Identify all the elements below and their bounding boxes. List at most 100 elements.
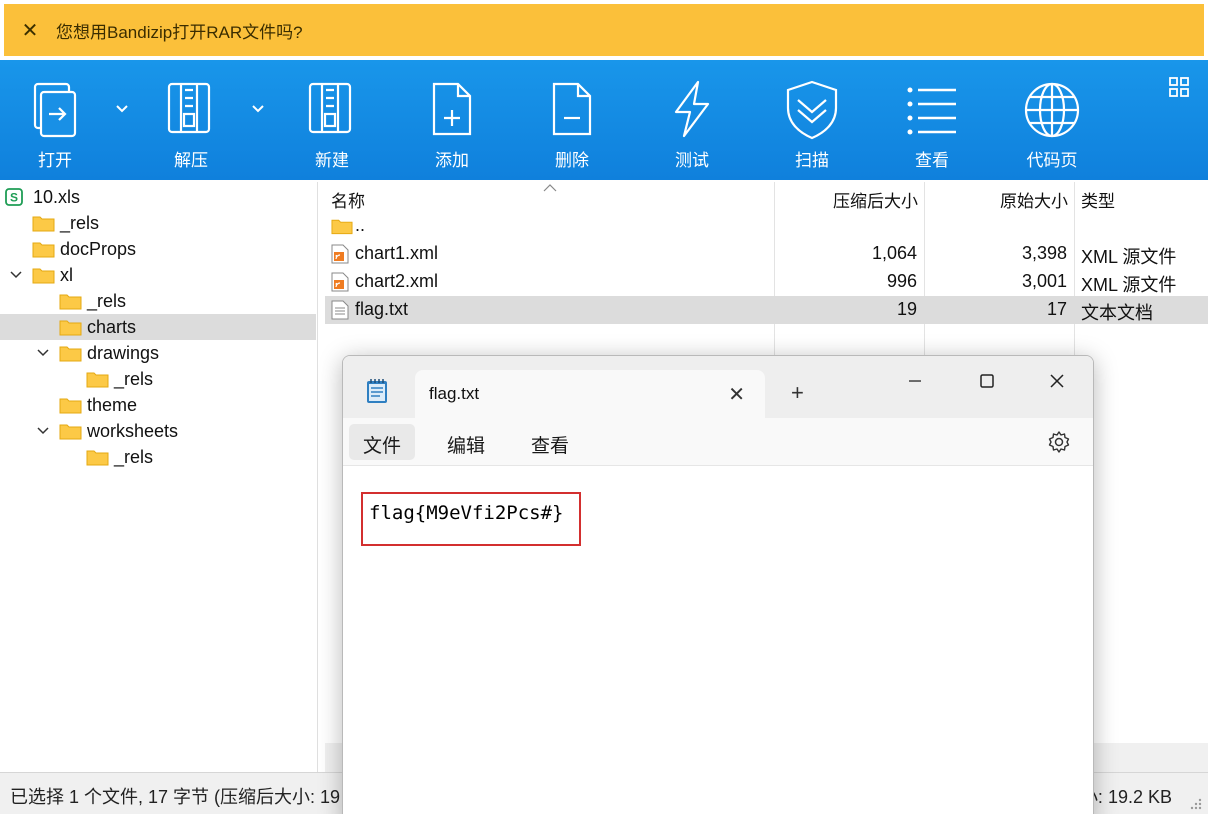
folder-icon — [86, 450, 109, 466]
notification-text: 您想用Bandizip打开RAR文件吗? — [56, 22, 303, 42]
list-row-flag[interactable]: flag.txt 19 17 文本文档 — [325, 296, 1208, 324]
tree-item-docprops[interactable]: docProps — [0, 236, 316, 262]
file-compressed-size: 19 — [896, 299, 917, 319]
tree-item-worksheets[interactable]: worksheets — [0, 418, 316, 444]
scan-icon — [786, 80, 838, 140]
tree-item-label: drawings — [87, 342, 160, 363]
new-archive-button[interactable]: 新建 — [277, 60, 387, 180]
chevron-down-icon[interactable] — [36, 424, 50, 438]
delete-button[interactable]: 删除 — [517, 60, 627, 180]
delete-file-icon — [552, 82, 592, 136]
tree-item-worksheets-rels[interactable]: _rels — [0, 444, 316, 470]
add-button[interactable]: 添加 — [397, 60, 507, 180]
open-dropdown-chevron-icon[interactable] — [110, 96, 134, 120]
flag-content-highlight[interactable]: flag{M9eVfi2Pcs#} — [361, 492, 581, 546]
view-label: 查看 — [915, 151, 949, 170]
chevron-down-icon[interactable] — [36, 346, 50, 360]
open-button[interactable]: 打开 — [0, 60, 110, 180]
tree-item-charts[interactable]: charts — [0, 314, 316, 340]
notepad-text-area[interactable]: flag{M9eVfi2Pcs#} — [343, 466, 1093, 814]
notepad-titlebar[interactable]: flag.txt ✕ + — [343, 356, 1093, 418]
file-name: chart2.xml — [355, 271, 439, 291]
new-tab-plus-icon[interactable]: + — [791, 380, 804, 406]
new-archive-icon — [308, 82, 352, 134]
close-window-button[interactable] — [1037, 366, 1077, 396]
scan-label: 扫描 — [795, 151, 829, 170]
delete-label: 删除 — [555, 151, 589, 170]
list-row-chart1[interactable]: chart1.xml 1,064 3,398 XML 源文件 — [325, 240, 1208, 268]
tree-item-label: 10.xls — [33, 186, 81, 207]
notepad-window: flag.txt ✕ + 文件 编辑 查看 flag{M9eVfi2Pcs#} — [342, 355, 1094, 814]
scan-button[interactable]: 扫描 — [757, 60, 867, 180]
test-icon — [674, 80, 710, 138]
codepage-button[interactable]: 代码页 — [997, 60, 1107, 180]
tree-item-archive-root[interactable]: S 10.xls — [0, 184, 316, 210]
folder-icon — [86, 372, 109, 388]
column-header-compressed[interactable]: 压缩后大小 — [833, 187, 918, 212]
tree-item-label: worksheets — [87, 420, 179, 441]
menu-file[interactable]: 文件 — [349, 424, 416, 460]
tree-item-rels[interactable]: _rels — [0, 210, 316, 236]
folder-icon — [59, 398, 82, 414]
file-compressed-size: 996 — [886, 271, 917, 291]
menu-edit[interactable]: 编辑 — [433, 424, 499, 460]
folder-tree: S 10.xls _rels docProps xl _rels charts — [0, 182, 318, 772]
tree-item-label: charts — [87, 316, 137, 337]
extract-icon — [167, 82, 211, 134]
notepad-tab[interactable]: flag.txt ✕ — [415, 370, 765, 418]
list-row-chart2[interactable]: chart2.xml 996 3,001 XML 源文件 — [325, 268, 1208, 296]
folder-icon — [32, 242, 55, 258]
tree-item-theme[interactable]: theme — [0, 392, 316, 418]
folder-icon — [331, 219, 353, 235]
tree-item-xl[interactable]: xl — [0, 262, 316, 288]
minimize-button[interactable] — [895, 366, 935, 396]
file-original-size: 3,001 — [1021, 271, 1067, 291]
notepad-app-icon — [367, 379, 387, 403]
text-file-icon — [331, 300, 349, 320]
maximize-button[interactable] — [967, 366, 1007, 396]
layout-grid-icon[interactable] — [1168, 76, 1190, 98]
extract-dropdown-chevron-icon[interactable] — [246, 96, 270, 120]
list-row-parent[interactable]: .. — [325, 212, 1208, 240]
folder-icon — [59, 346, 82, 362]
test-label: 测试 — [675, 151, 709, 170]
tree-item-label: _rels — [114, 368, 154, 389]
status-selection-text: 已选择 1 个文件, 17 字节 (压缩后大小: 19 — [10, 787, 341, 807]
xml-file-icon — [331, 244, 349, 264]
codepage-label: 代码页 — [1026, 151, 1078, 170]
close-tab-icon[interactable]: ✕ — [728, 382, 745, 407]
extract-button[interactable]: 解压 — [136, 60, 246, 180]
tree-item-drawings-rels[interactable]: _rels — [0, 366, 316, 392]
minimize-icon — [909, 380, 921, 382]
test-button[interactable]: 测试 — [637, 60, 747, 180]
xml-file-icon — [331, 272, 349, 292]
file-original-size: 17 — [1046, 299, 1067, 319]
menu-view[interactable]: 查看 — [517, 424, 583, 460]
new-archive-label: 新建 — [315, 151, 349, 170]
codepage-globe-icon — [1024, 82, 1080, 138]
folder-icon — [59, 294, 82, 310]
column-header-name[interactable]: 名称 — [331, 187, 365, 212]
column-header-original[interactable]: 原始大小 — [1000, 187, 1068, 212]
folder-icon — [59, 320, 82, 336]
close-notification-icon[interactable]: ✕ — [4, 18, 56, 43]
column-header-type[interactable]: 类型 — [1081, 187, 1115, 212]
maximize-icon — [980, 374, 994, 388]
extract-label: 解压 — [174, 151, 208, 170]
file-name: .. — [355, 215, 366, 235]
view-button[interactable]: 查看 — [877, 60, 987, 180]
add-file-icon — [432, 82, 472, 136]
tree-item-drawings[interactable]: drawings — [0, 340, 316, 366]
file-name: chart1.xml — [355, 243, 439, 263]
chevron-down-icon[interactable] — [9, 268, 23, 282]
add-label: 添加 — [435, 151, 469, 170]
bandizip-window: ✕ 您想用Bandizip打开RAR文件吗? 打开 解压 新建 添加 删除 测试… — [0, 0, 1208, 814]
notepad-tab-title: flag.txt — [429, 384, 480, 403]
resize-grip-icon[interactable] — [1188, 796, 1202, 810]
file-name: flag.txt — [355, 299, 409, 319]
folder-icon — [32, 216, 55, 232]
tree-item-label: _rels — [87, 290, 127, 311]
tree-item-xl-rels[interactable]: _rels — [0, 288, 316, 314]
tree-item-label: theme — [87, 394, 138, 415]
settings-gear-icon[interactable] — [1047, 430, 1071, 454]
